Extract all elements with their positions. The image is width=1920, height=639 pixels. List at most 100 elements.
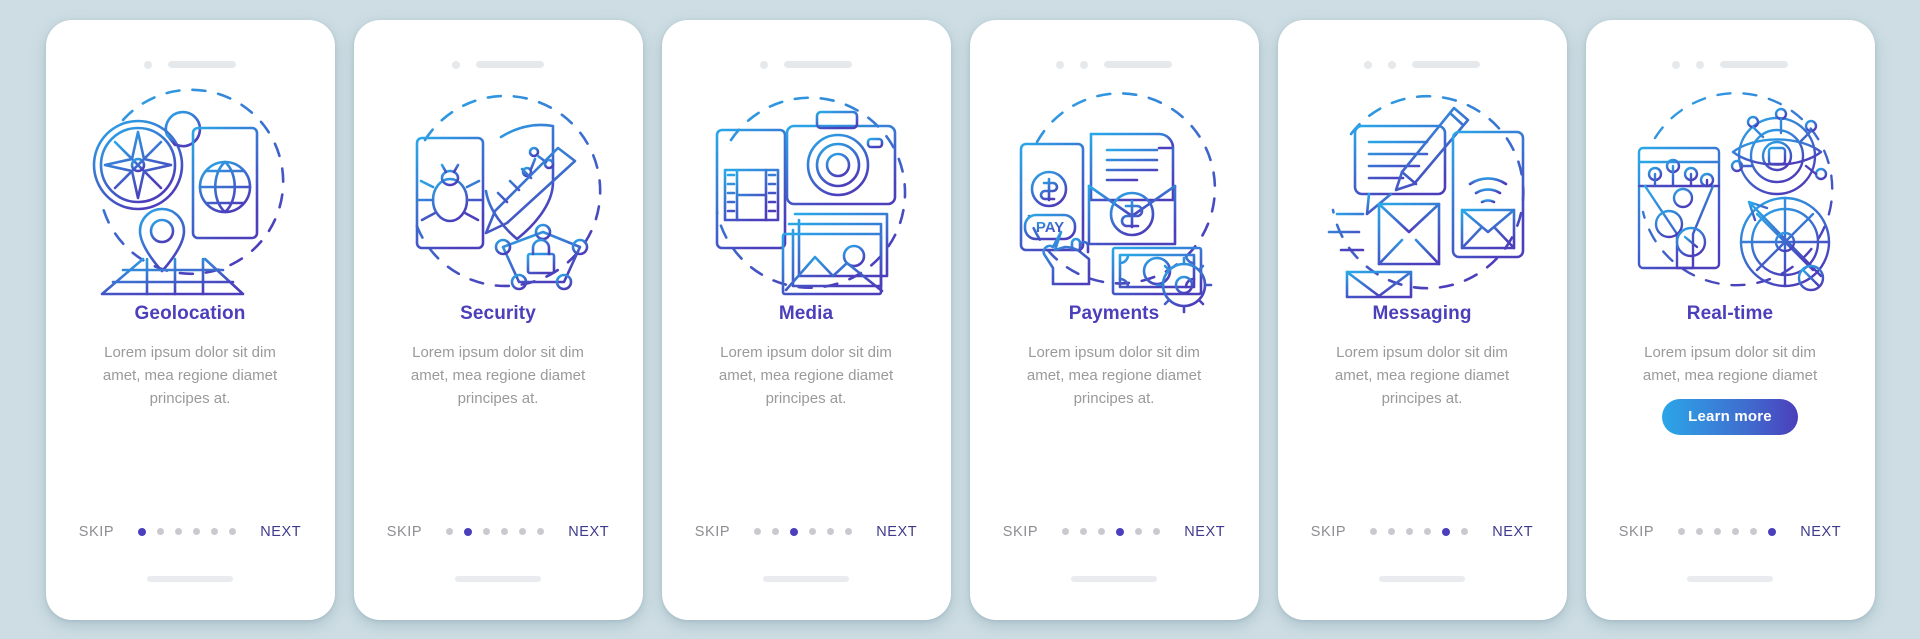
- page-description: Lorem ipsum dolor sit dim amet, mea regi…: [410, 343, 586, 407]
- page-description: Lorem ipsum dolor sit dim amet, mea regi…: [1026, 343, 1202, 407]
- pagination-dot[interactable]: [464, 527, 473, 536]
- pagination-dot[interactable]: [1696, 528, 1704, 535]
- pagination-dot[interactable]: [501, 528, 509, 535]
- next-button[interactable]: NEXT: [568, 524, 609, 540]
- pagination-dot[interactable]: [809, 528, 817, 535]
- camera-dot-icon: [1672, 60, 1680, 69]
- phone-status-area: [970, 60, 1259, 69]
- pagination-dot[interactable]: [537, 528, 545, 535]
- onboarding-screen-messaging: Messaging Lorem ipsum dolor sit dim amet…: [1277, 19, 1567, 620]
- speaker-bar-icon: [476, 61, 544, 68]
- pagination-dot[interactable]: [1678, 528, 1686, 535]
- camera-dot-icon: [760, 60, 768, 69]
- pagination-dot[interactable]: [790, 527, 799, 536]
- speaker-bar-icon: [1720, 61, 1788, 68]
- camera-dot-icon: [452, 60, 460, 69]
- next-button[interactable]: NEXT: [1184, 524, 1225, 540]
- next-button[interactable]: NEXT: [876, 524, 917, 540]
- camera-dot-icon: [1696, 60, 1704, 69]
- skip-button[interactable]: SKIP: [387, 524, 422, 540]
- pagination-dots[interactable]: [754, 527, 853, 536]
- home-indicator: [455, 575, 541, 582]
- pagination-dot[interactable]: [1080, 528, 1088, 535]
- onboarding-nav: SKIP NEXT: [662, 524, 951, 540]
- media-illustration: [691, 82, 921, 297]
- pagination-dots[interactable]: [1678, 527, 1777, 536]
- pagination-dots[interactable]: [1062, 527, 1161, 536]
- skip-button[interactable]: SKIP: [79, 524, 114, 540]
- page-title: Media: [778, 302, 834, 324]
- camera-dot-icon: [144, 60, 152, 69]
- pagination-dot[interactable]: [1153, 528, 1161, 535]
- skip-button[interactable]: SKIP: [695, 524, 730, 540]
- pagination-dot[interactable]: [1116, 527, 1125, 536]
- pagination-dot[interactable]: [1732, 528, 1740, 535]
- onboarding-nav: SKIP NEXT: [1586, 524, 1875, 540]
- dashed-orbit: [1641, 91, 1834, 286]
- pagination-dot[interactable]: [446, 528, 454, 535]
- pagination-dot[interactable]: [175, 528, 183, 535]
- pagination-dot[interactable]: [1768, 527, 1777, 536]
- pagination-dot[interactable]: [1424, 528, 1432, 535]
- onboarding-screen-payments: PAY Payments Lorem ipsum dolor sit dim a…: [969, 19, 1259, 620]
- geolocation-illustration: [75, 82, 305, 297]
- pagination-dot[interactable]: [1062, 528, 1070, 535]
- pagination-dots[interactable]: [138, 527, 237, 536]
- page-description: Lorem ipsum dolor sit dim amet, mea regi…: [1642, 343, 1818, 384]
- pagination-dots[interactable]: [1370, 527, 1469, 536]
- phone-status-area: [354, 60, 643, 69]
- pagination-dot[interactable]: [772, 528, 780, 535]
- pagination-dot[interactable]: [754, 528, 762, 535]
- camera-icon: [785, 124, 897, 205]
- pagination-dot[interactable]: [1442, 527, 1451, 536]
- speaker-bar-icon: [1104, 61, 1172, 68]
- learn-more-button[interactable]: Learn more: [1662, 398, 1798, 435]
- home-indicator: [1687, 575, 1773, 582]
- next-button[interactable]: NEXT: [1492, 524, 1533, 540]
- page-title: Real-time: [1686, 302, 1774, 324]
- pagination-dot[interactable]: [229, 528, 237, 535]
- pagination-dot[interactable]: [1714, 528, 1722, 535]
- pagination-dot[interactable]: [483, 528, 491, 535]
- pagination-dot[interactable]: [1750, 528, 1758, 535]
- pagination-dot[interactable]: [1135, 528, 1143, 535]
- onboarding-screens-board: Geolocation Lorem ipsum dolor sit dim am…: [0, 0, 1920, 639]
- wifi-arc-outer: [1468, 176, 1508, 185]
- phone-status-area: [1586, 60, 1875, 69]
- pagination-dots[interactable]: [446, 527, 545, 536]
- pagination-dot[interactable]: [138, 527, 147, 536]
- pagination-dot[interactable]: [519, 528, 527, 535]
- pagination-dot[interactable]: [1461, 528, 1469, 535]
- skip-button[interactable]: SKIP: [1619, 524, 1654, 540]
- realtime-illustration: [1615, 82, 1845, 297]
- speaker-bar-icon: [784, 61, 852, 68]
- page-description: Lorem ipsum dolor sit dim amet, mea regi…: [1334, 343, 1510, 407]
- pagination-dot[interactable]: [1406, 528, 1414, 535]
- pagination-dot[interactable]: [211, 528, 219, 535]
- onboarding-nav: SKIP NEXT: [46, 524, 335, 540]
- pagination-dot[interactable]: [827, 528, 835, 535]
- motion-lines: [1327, 212, 1365, 251]
- pagination-dot[interactable]: [1098, 528, 1106, 535]
- pagination-dot[interactable]: [845, 528, 853, 535]
- pagination-dot[interactable]: [1388, 528, 1396, 535]
- next-button[interactable]: NEXT: [260, 524, 301, 540]
- onboarding-nav: SKIP NEXT: [970, 524, 1259, 540]
- security-illustration: [383, 82, 613, 297]
- speaker-bar-icon: [168, 61, 236, 68]
- page-title: Payments: [1068, 302, 1160, 324]
- skip-button[interactable]: SKIP: [1311, 524, 1346, 540]
- camera-dot-icon: [1056, 60, 1064, 69]
- pagination-dot[interactable]: [193, 528, 201, 535]
- page-description: Lorem ipsum dolor sit dim amet, mea regi…: [102, 343, 278, 407]
- skip-button[interactable]: SKIP: [1003, 524, 1038, 540]
- pagination-dot[interactable]: [157, 528, 165, 535]
- next-button[interactable]: NEXT: [1800, 524, 1841, 540]
- page-title: Messaging: [1372, 302, 1472, 324]
- phone-status-area: [46, 60, 335, 69]
- onboarding-nav: SKIP NEXT: [1278, 524, 1567, 540]
- camera-dot-icon: [1388, 60, 1396, 69]
- onboarding-screen-security: Security Lorem ipsum dolor sit dim amet,…: [353, 19, 643, 620]
- pagination-dot[interactable]: [1370, 528, 1378, 535]
- compass-star-diag: [113, 140, 163, 189]
